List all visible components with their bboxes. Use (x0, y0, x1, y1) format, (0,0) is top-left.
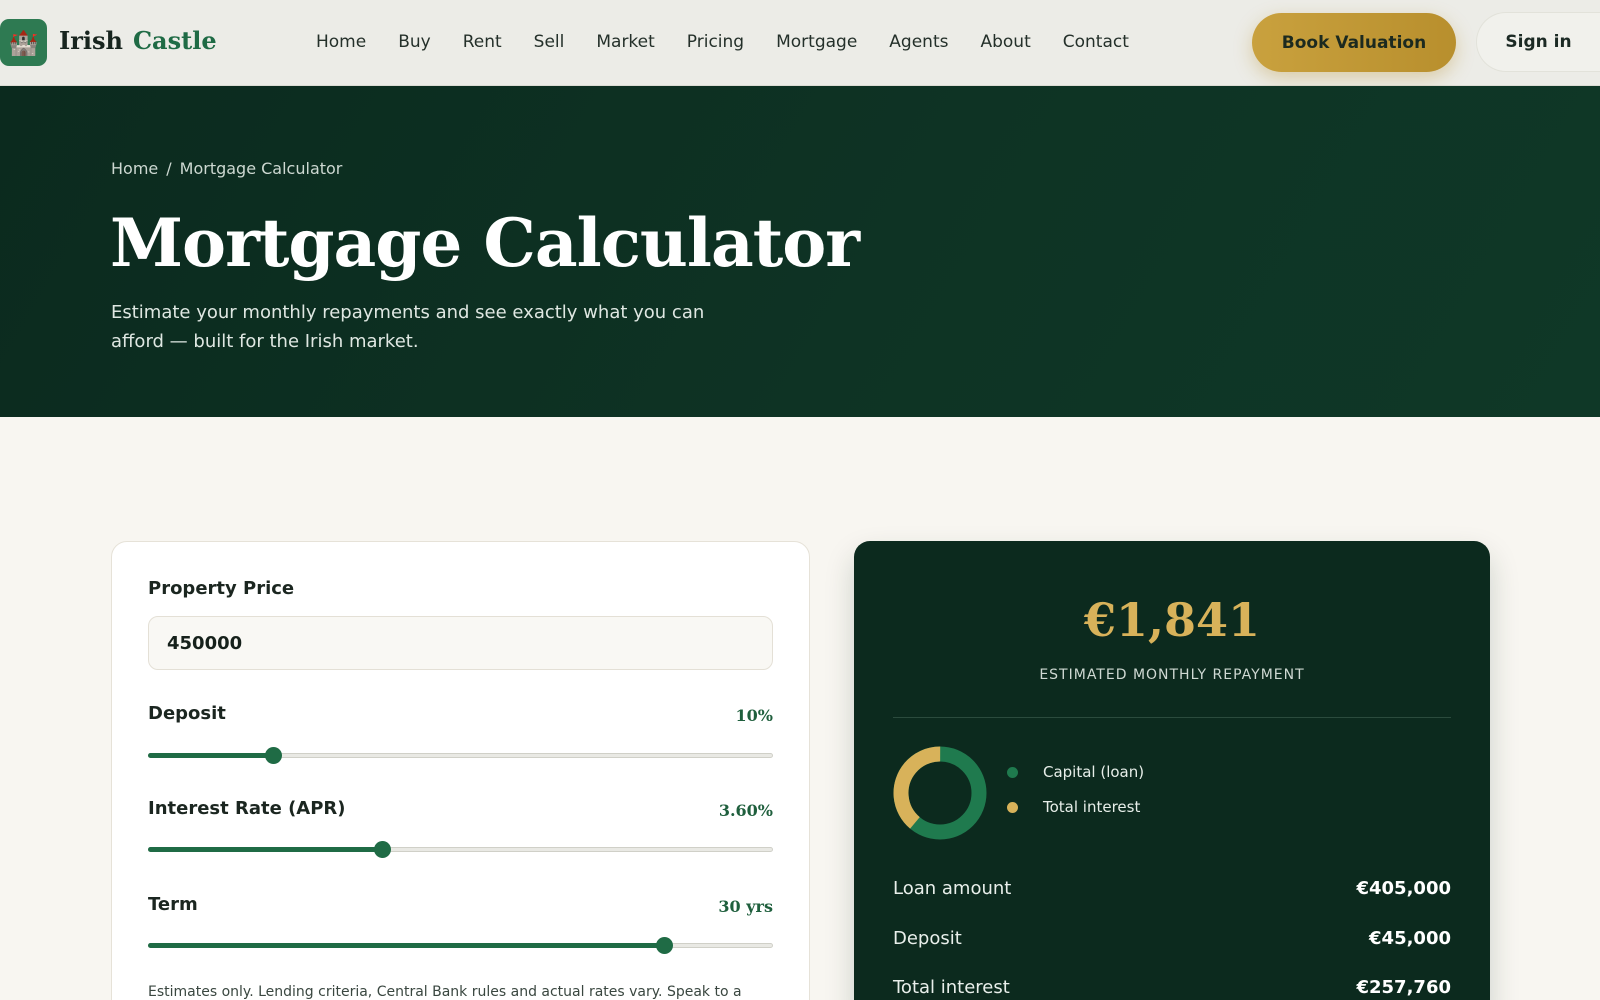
brand-name-part1: Irish (59, 26, 123, 55)
monthly-repayment-label: ESTIMATED MONTHLY REPAYMENT (1039, 667, 1305, 683)
loan-amount-label: Loan amount (893, 878, 1012, 899)
interest-rate-slider[interactable] (148, 839, 773, 859)
nav-link-mortgage[interactable]: Mortgage (776, 32, 857, 52)
loan-amount-value: €405,000 (1356, 878, 1451, 899)
page-subtitle: Estimate your monthly repayments and see… (111, 302, 705, 352)
legend-interest: Total interest (1007, 798, 1140, 816)
deposit-summary-label: Deposit (893, 928, 962, 949)
nav-link-buy[interactable]: Buy (398, 32, 431, 52)
legend-interest-label: Total interest (1043, 798, 1141, 816)
total-interest-label: Total interest (893, 977, 1010, 998)
legend-capital: Capital (loan) (1007, 763, 1144, 781)
nav-links: Home Buy Rent Sell Market Pricing Mortga… (316, 32, 1161, 52)
deposit-slider[interactable] (148, 745, 773, 765)
breadcrumb: Home / Mortgage Calculator (111, 159, 342, 178)
legend-capital-label: Capital (loan) (1043, 763, 1145, 781)
interest-rate-label: Interest Rate (APR) (148, 798, 346, 819)
legend-capital-dot (1007, 766, 1018, 778)
nav-link-pricing[interactable]: Pricing (687, 32, 744, 52)
repayment-donut-chart (893, 746, 987, 840)
nav-link-home[interactable]: Home (316, 32, 366, 52)
castle-icon[interactable]: 🏰 (0, 19, 47, 66)
term-slider-thumb[interactable] (655, 937, 673, 954)
calculator-form-card: Property Price Deposit 10% Interest Rate… (111, 541, 810, 1000)
deposit-summary-value: €45,000 (1369, 928, 1451, 949)
monthly-repayment-amount: €1,841 (1083, 593, 1261, 647)
property-price-label: Property Price (148, 578, 295, 599)
breadcrumb-current: Mortgage Calculator (179, 159, 343, 178)
term-label: Term (148, 894, 198, 915)
breadcrumb-separator: / (166, 159, 172, 178)
deposit-slider-thumb[interactable] (265, 747, 282, 764)
term-slider-fill (148, 943, 664, 948)
interest-slider-thumb[interactable] (374, 841, 392, 858)
result-divider (893, 717, 1451, 718)
page-title: Mortgage Calculator (110, 204, 860, 282)
breadcrumb-home[interactable]: Home (111, 159, 158, 178)
hero-banner: Home / Mortgage Calculator Mortgage Calcul… (0, 86, 1600, 417)
legend-interest-dot (1007, 801, 1018, 813)
nav-link-about[interactable]: About (980, 32, 1030, 52)
nav-link-rent[interactable]: Rent (463, 32, 502, 52)
top-nav: 🏰 Irish Castle Home Buy Rent Sell Market … (0, 0, 1600, 86)
brand-name[interactable]: Irish Castle (59, 26, 217, 55)
nav-link-agents[interactable]: Agents (889, 32, 948, 52)
book-valuation-button[interactable]: Book Valuation (1252, 13, 1456, 72)
deposit-slider-fill (148, 753, 273, 758)
disclaimer-note: Estimates only. Lending criteria, Centra… (148, 984, 742, 1000)
total-interest-value: €257,760 (1356, 977, 1451, 998)
nav-link-contact[interactable]: Contact (1063, 32, 1129, 52)
interest-slider-fill (148, 847, 383, 852)
interest-rate-value: 3.60% (718, 801, 773, 820)
deposit-label: Deposit (148, 703, 226, 724)
term-value: 30 yrs (718, 897, 773, 916)
nav-link-sell[interactable]: Sell (534, 32, 565, 52)
brand-name-part2: Castle (132, 26, 217, 55)
nav-link-market[interactable]: Market (596, 32, 654, 52)
deposit-value: 10% (735, 706, 773, 725)
sign-in-button[interactable]: Sign in (1476, 12, 1600, 72)
term-slider[interactable] (148, 935, 773, 955)
result-card: €1,841 ESTIMATED MONTHLY REPAYMENT Capit… (854, 541, 1490, 1000)
property-price-input[interactable] (148, 616, 773, 670)
